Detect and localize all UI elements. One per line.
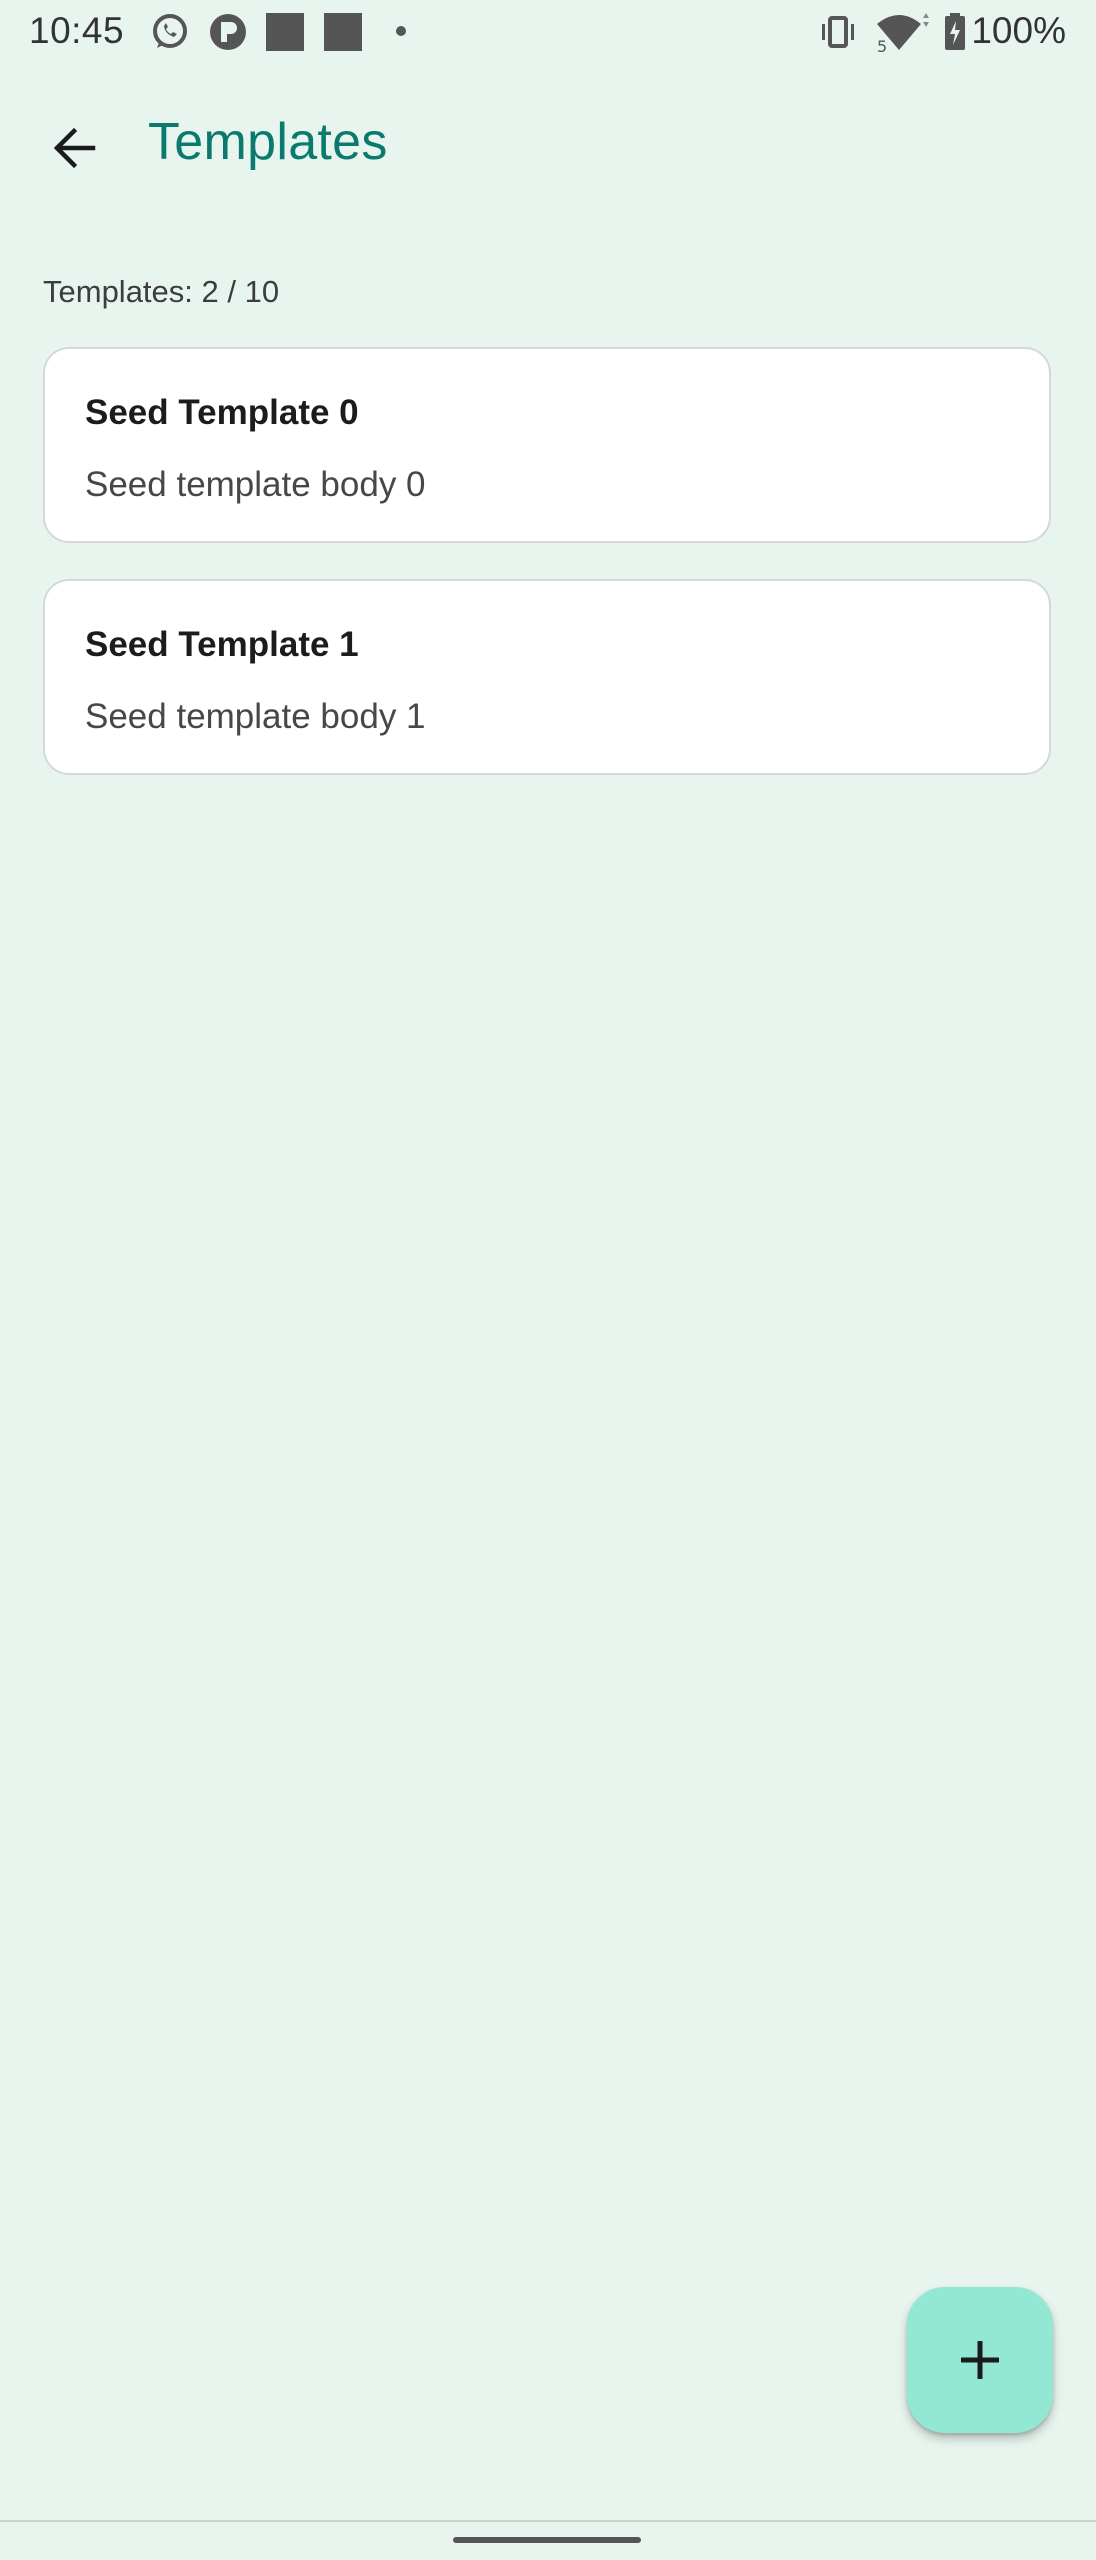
template-count: Templates: 2 / 10 bbox=[43, 274, 280, 309]
square-notification-icon bbox=[265, 12, 305, 57]
arrow-left-icon bbox=[53, 127, 96, 169]
vibrate-icon bbox=[818, 12, 858, 57]
svg-text:5: 5 bbox=[877, 37, 887, 54]
template-list: Seed Template 0 Seed template body 0 See… bbox=[43, 347, 1053, 811]
dot-icon bbox=[394, 24, 408, 43]
app-bar: Templates bbox=[0, 86, 1096, 210]
battery-percentage: 100% bbox=[971, 10, 1066, 51]
template-card[interactable]: Seed Template 1 Seed template body 1 bbox=[43, 579, 1051, 775]
template-body: Seed template body 0 bbox=[85, 465, 426, 504]
status-bar: 10:45 5 100% bbox=[0, 0, 1096, 64]
wifi-icon: 5 bbox=[873, 12, 929, 59]
square-notification-icon bbox=[323, 12, 363, 57]
template-body: Seed template body 1 bbox=[85, 697, 426, 736]
plus-icon bbox=[961, 2341, 999, 2379]
template-card[interactable]: Seed Template 0 Seed template body 0 bbox=[43, 347, 1051, 543]
back-button[interactable] bbox=[34, 108, 114, 188]
page-title: Templates bbox=[148, 113, 388, 171]
template-title: Seed Template 1 bbox=[85, 625, 359, 664]
template-title: Seed Template 0 bbox=[85, 393, 359, 432]
whatsapp-icon bbox=[150, 12, 190, 57]
gesture-handle[interactable] bbox=[453, 2537, 641, 2543]
nav-divider bbox=[0, 2520, 1096, 2522]
add-template-button[interactable] bbox=[907, 2287, 1053, 2433]
app-p-icon bbox=[208, 12, 248, 57]
battery-charging-icon bbox=[943, 12, 967, 57]
status-time: 10:45 bbox=[29, 10, 125, 51]
